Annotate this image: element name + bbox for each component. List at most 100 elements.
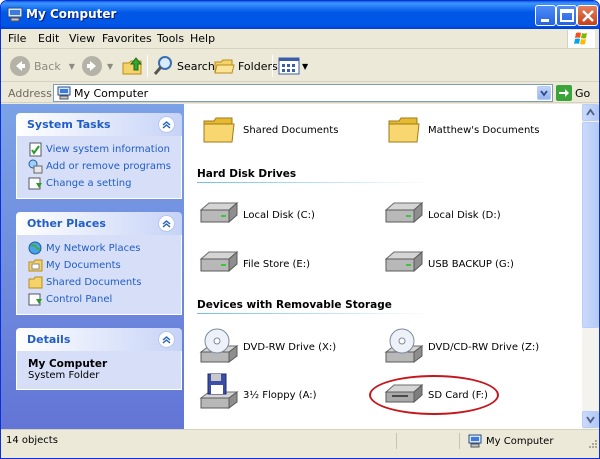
menu-view[interactable]: View bbox=[69, 32, 95, 45]
my-computer-icon bbox=[57, 86, 71, 100]
hard-drive-icon bbox=[199, 201, 239, 224]
hard-drive-icon bbox=[384, 250, 424, 273]
drive-item-dvd-rw-x[interactable]: DVD-RW Drive (X:) bbox=[199, 326, 369, 366]
toolbar-separator bbox=[147, 55, 148, 77]
removable-storage-header: Devices with Removable Storage bbox=[197, 299, 392, 311]
task-pane: System Tasks View system information Add… bbox=[1, 104, 184, 429]
details-name: My Computer bbox=[28, 358, 108, 370]
dvd-drive-icon bbox=[384, 328, 424, 363]
chevron-down-icon bbox=[586, 416, 595, 424]
address-dropdown-button[interactable] bbox=[537, 86, 551, 100]
control-panel-link[interactable]: Control Panel bbox=[17, 291, 181, 308]
hard-disk-drives-header: Hard Disk Drives bbox=[197, 168, 297, 180]
menu-help[interactable]: Help bbox=[190, 32, 215, 45]
my-documents-link[interactable]: My Documents bbox=[17, 257, 181, 274]
network-globe-icon bbox=[28, 241, 42, 255]
address-input[interactable]: My Computer bbox=[53, 84, 553, 102]
system-tasks-title: System Tasks bbox=[27, 118, 111, 131]
collapse-chevron-icon[interactable] bbox=[158, 215, 175, 232]
search-icon bbox=[153, 56, 172, 75]
forward-button[interactable]: ▼ bbox=[81, 54, 113, 78]
add-remove-programs-link[interactable]: Add or remove programs bbox=[17, 158, 181, 175]
folders-icon bbox=[214, 59, 235, 74]
other-places-title: Other Places bbox=[27, 217, 106, 230]
scroll-up-button[interactable] bbox=[582, 104, 599, 121]
back-dropdown-icon[interactable]: ▼ bbox=[69, 62, 75, 71]
menu-favorites[interactable]: Favorites bbox=[102, 32, 152, 45]
folder-item-matthews-documents[interactable]: Matthew's Documents bbox=[387, 113, 557, 153]
group-divider bbox=[197, 182, 429, 183]
menu-file[interactable]: File bbox=[8, 32, 26, 45]
group-divider bbox=[197, 313, 429, 314]
go-label: Go bbox=[575, 86, 591, 100]
menu-tools[interactable]: Tools bbox=[157, 32, 184, 45]
status-divider bbox=[459, 433, 460, 449]
explorer-window: My Computer File Edit View Favorites Too… bbox=[0, 0, 600, 459]
search-label: Search bbox=[177, 59, 215, 73]
views-icon bbox=[278, 57, 300, 75]
folder-item-shared-documents[interactable]: Shared Documents bbox=[202, 113, 372, 153]
drive-item-dvd-cd-rw-z[interactable]: DVD/CD-RW Drive (Z:) bbox=[384, 326, 554, 366]
address-value: My Computer bbox=[74, 87, 149, 100]
minimize-button[interactable] bbox=[535, 5, 556, 26]
forward-dropdown-icon[interactable]: ▼ bbox=[107, 62, 113, 71]
shared-documents-link[interactable]: Shared Documents bbox=[17, 274, 181, 291]
collapse-chevron-icon[interactable] bbox=[158, 116, 175, 133]
go-button[interactable]: Go bbox=[556, 85, 590, 101]
close-button[interactable] bbox=[577, 5, 598, 26]
address-bar: Address My Computer Go bbox=[1, 83, 599, 103]
folders-button[interactable]: Folders bbox=[213, 54, 278, 78]
dvd-drive-icon bbox=[199, 328, 239, 363]
my-computer-icon bbox=[468, 434, 482, 448]
forward-arrow-icon bbox=[82, 56, 102, 76]
views-button[interactable]: ▼ bbox=[278, 54, 308, 78]
control-panel-icon bbox=[28, 177, 42, 190]
system-tasks-panel: System Tasks View system information Add… bbox=[16, 113, 182, 199]
up-folder-icon bbox=[122, 57, 143, 75]
drive-item-floppy-a[interactable]: 3½ Floppy (A:) bbox=[199, 372, 369, 412]
other-places-panel: Other Places My Network Places My Docume… bbox=[16, 212, 182, 315]
folder-icon bbox=[203, 117, 235, 143]
status-zone: My Computer bbox=[468, 434, 553, 448]
drive-item-file-store-e[interactable]: File Store (E:) bbox=[199, 249, 369, 289]
search-button[interactable]: Search bbox=[152, 54, 215, 78]
shared-folder-icon bbox=[28, 276, 43, 289]
details-title: Details bbox=[27, 333, 71, 346]
menu-edit[interactable]: Edit bbox=[38, 32, 59, 45]
drive-item-usb-backup-g[interactable]: USB BACKUP (G:) bbox=[384, 249, 554, 289]
resize-grip-icon[interactable] bbox=[587, 438, 597, 448]
chevron-down-icon bbox=[540, 90, 548, 97]
floppy-drive-icon bbox=[199, 373, 239, 409]
standard-toolbar: Back ▼ ▼ Search Folders ▼ bbox=[1, 50, 599, 82]
toolbar-separator bbox=[272, 55, 273, 77]
system-information-icon bbox=[29, 142, 42, 157]
menu-bar: File Edit View Favorites Tools Help bbox=[1, 29, 599, 49]
chevron-up-icon bbox=[586, 108, 595, 116]
sd-card-highlight-ring bbox=[369, 375, 499, 415]
scroll-down-button[interactable] bbox=[582, 411, 599, 428]
title-bar[interactable]: My Computer bbox=[1, 1, 599, 29]
drive-item-local-disk-c[interactable]: Local Disk (C:) bbox=[199, 200, 369, 240]
view-system-information-link[interactable]: View system information bbox=[17, 141, 181, 158]
collapse-chevron-icon[interactable] bbox=[158, 331, 175, 348]
windows-logo-icon bbox=[567, 30, 595, 48]
vertical-scrollbar[interactable] bbox=[582, 104, 599, 429]
maximize-button[interactable] bbox=[556, 5, 577, 26]
back-button[interactable]: Back ▼ bbox=[9, 54, 75, 78]
details-header[interactable]: Details bbox=[16, 328, 182, 351]
window-title: My Computer bbox=[26, 7, 117, 21]
drive-item-local-disk-d[interactable]: Local Disk (D:) bbox=[384, 200, 554, 240]
other-places-header[interactable]: Other Places bbox=[16, 212, 182, 235]
file-list-pane: Shared Documents Matthew's Documents Har… bbox=[184, 104, 582, 429]
my-documents-icon bbox=[28, 259, 43, 272]
my-network-places-link[interactable]: My Network Places bbox=[17, 240, 181, 257]
up-folder-button[interactable] bbox=[121, 54, 145, 78]
object-count: 14 objects bbox=[6, 435, 58, 446]
scroll-thumb[interactable] bbox=[582, 122, 599, 328]
views-dropdown-icon[interactable]: ▼ bbox=[302, 62, 308, 71]
details-panel: Details My Computer System Folder bbox=[16, 328, 182, 390]
system-tasks-header[interactable]: System Tasks bbox=[16, 113, 182, 136]
go-arrow-icon bbox=[556, 85, 572, 101]
change-setting-link[interactable]: Change a setting bbox=[17, 175, 181, 192]
back-label: Back bbox=[34, 59, 61, 73]
